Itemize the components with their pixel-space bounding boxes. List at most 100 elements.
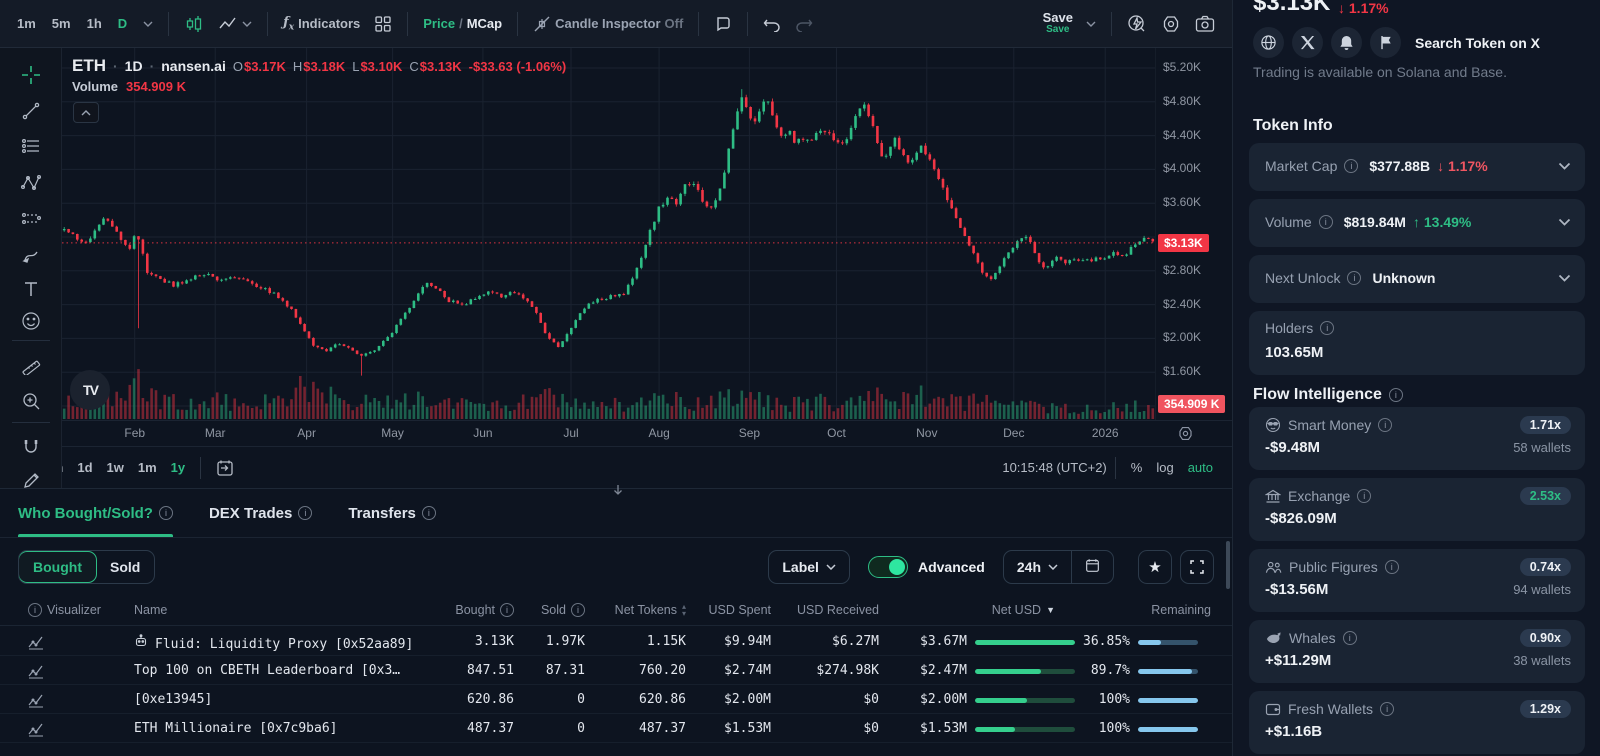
info-icon[interactable]: i [1344,159,1358,173]
search-token-on-x-button[interactable]: Search Token on X [1415,35,1540,51]
info-icon[interactable]: i [159,506,173,520]
screenshot-camera-icon[interactable] [1188,10,1222,38]
indicators-button[interactable]: ƒx Indicators [276,10,367,38]
tool-brush-icon[interactable] [15,240,47,270]
flag-icon[interactable] [1370,27,1401,58]
save-button[interactable]: Save Save [1037,9,1079,37]
flow-card-fresh-wallets[interactable]: Fresh Walletsi1.29x+$1.16B [1249,691,1585,754]
save-chevron-down-icon[interactable] [1079,16,1103,32]
tab-dex-trades[interactable]: DEX Tradesi [209,489,312,537]
legend-collapse-button[interactable] [73,102,99,123]
header-visualizer[interactable]: iVisualizer [28,603,101,617]
token-info-card-next-unlock[interactable]: Next UnlockiUnknown [1249,255,1585,303]
info-icon[interactable]: i [28,603,42,617]
segment-sold[interactable]: Sold [96,551,154,583]
interval-5m[interactable]: 5m [45,11,78,36]
visualizer-chart-icon[interactable] [28,663,44,683]
header-usd-received[interactable]: USD Received [797,603,879,617]
row-name[interactable]: [0xe13945] [134,692,212,707]
visualizer-chart-icon[interactable] [28,692,44,712]
row-name[interactable]: Fluid: Liquidity Proxy [0x52aa89] [134,634,413,652]
auto-scale-button[interactable]: auto [1181,456,1220,479]
segment-bought[interactable]: Bought [18,551,97,583]
price-chart[interactable]: ETH · 1D · nansen.ai O$3.17K H$3.18K L$3… [62,48,1155,420]
info-icon[interactable]: i [1389,388,1403,402]
candlestick-chart-canvas[interactable] [62,48,1155,420]
chevron-down-icon[interactable] [1558,213,1571,231]
info-icon[interactable]: i [1380,702,1394,716]
header-remaining[interactable]: Remaining [1151,603,1211,617]
tab-who-bought-sold-[interactable]: Who Bought/Sold?i [18,489,173,537]
range-1m-button[interactable]: 1m [131,456,164,479]
chevron-down-icon[interactable] [1558,269,1571,287]
scrollbar-thumb[interactable] [1226,541,1230,589]
notifications-icon[interactable] [1331,27,1362,58]
header-net-usd[interactable]: Net USD▼ [992,603,1055,617]
website-icon[interactable] [1253,27,1284,58]
interval-1d-active[interactable]: D [111,11,134,36]
table-row[interactable]: Top 100 on CBETH Leaderboard [0x3…847.51… [0,656,1232,685]
header-net-tokens[interactable]: Net Tokens▴▾ [615,603,686,617]
range-1y-button[interactable]: 1y [164,456,192,479]
token-info-card-market-cap[interactable]: Market Capi$377.88B↓ 1.17% [1249,143,1585,191]
date-picker-button[interactable] [1071,551,1113,583]
tool-xabcd-pattern-icon[interactable] [15,168,47,198]
line-style-icon[interactable] [211,9,259,39]
info-icon[interactable]: i [1378,418,1392,432]
info-icon[interactable]: i [1319,215,1333,229]
token-info-card-volume[interactable]: Volumei$819.84M↑ 13.49% [1249,199,1585,247]
x-social-icon[interactable] [1292,27,1323,58]
interval-chevron-down-icon[interactable] [136,16,160,32]
fullscreen-button[interactable] [1180,550,1214,584]
sort-icons[interactable]: ▴▾ [682,603,686,617]
table-row[interactable]: Fluid: Liquidity Proxy [0x52aa89]3.13K1.… [0,627,1232,656]
info-icon[interactable]: i [1320,321,1334,335]
price-mcap-toggle[interactable]: Price / MCap [416,11,509,36]
redo-icon[interactable] [788,11,820,37]
clock-utc-label[interactable]: 10:15:48 (UTC+2) [1002,460,1106,475]
price-axis[interactable]: $5.20K$4.80K$4.40K$4.00K$3.60K$2.80K$2.4… [1155,48,1232,420]
percent-scale-button[interactable]: % [1124,456,1150,479]
sort-desc-icon[interactable]: ▼ [1046,605,1055,615]
favorite-star-button[interactable]: ★ [1138,550,1172,584]
tool-trend-line-icon[interactable] [15,96,47,126]
go-to-date-icon[interactable] [209,454,241,482]
header-bought[interactable]: Boughti [455,603,514,617]
tool-magnet-icon[interactable] [15,432,47,462]
tool-ruler-icon[interactable] [15,350,47,380]
time-axis[interactable]: FebMarAprMayJunJulAugSepOctNovDec2026 [0,420,1232,446]
info-icon[interactable]: i [571,603,585,617]
visualizer-chart-icon[interactable] [28,721,44,741]
info-icon[interactable]: i [1347,271,1361,285]
info-icon[interactable]: i [422,506,436,520]
advanced-toggle[interactable] [868,556,908,578]
symbol-label[interactable]: ETH [72,56,106,76]
flow-card-public-figures[interactable]: Public Figuresi0.74x-$13.56M94 wallets [1249,549,1585,612]
tool-parallel-channel-icon[interactable] [15,132,47,162]
info-icon[interactable]: i [298,506,312,520]
flow-card-smart-money[interactable]: Smart Moneyi1.71x-$9.48M58 wallets [1249,407,1585,470]
log-scale-button[interactable]: log [1149,456,1180,479]
table-row[interactable]: ETH Millionaire [0x7c9ba6]487.370487.37$… [0,714,1232,743]
tool-projection-icon[interactable] [15,204,47,234]
info-icon[interactable]: i [1357,489,1371,503]
flow-card-exchange[interactable]: Exchangei2.53x-$826.09M [1249,478,1585,541]
tool-emoji-icon[interactable] [15,306,47,336]
row-name[interactable]: ETH Millionaire [0x7c9ba6] [134,721,338,736]
interval-1h[interactable]: 1h [80,11,109,36]
candles-style-icon[interactable] [177,9,211,39]
tool-text-icon[interactable] [15,274,47,304]
interval-1m[interactable]: 1m [10,11,43,36]
comment-bubble-icon[interactable] [707,10,739,38]
tool-zoom-in-icon[interactable] [15,386,47,416]
range-1d-button[interactable]: 1d [70,456,99,479]
flow-card-whales[interactable]: Whalesi0.90x+$11.29M38 wallets [1249,620,1585,683]
undo-icon[interactable] [756,11,788,37]
panel-resize-arrow-icon[interactable] [612,483,624,501]
tool-crosshair-icon[interactable] [15,60,47,90]
tradingview-logo[interactable]: TV [70,370,110,410]
info-icon[interactable]: i [1343,631,1357,645]
quick-actions-icon[interactable] [1120,9,1154,39]
label-filter-dropdown[interactable]: Label [768,550,850,584]
header-sold[interactable]: Soldi [541,603,585,617]
